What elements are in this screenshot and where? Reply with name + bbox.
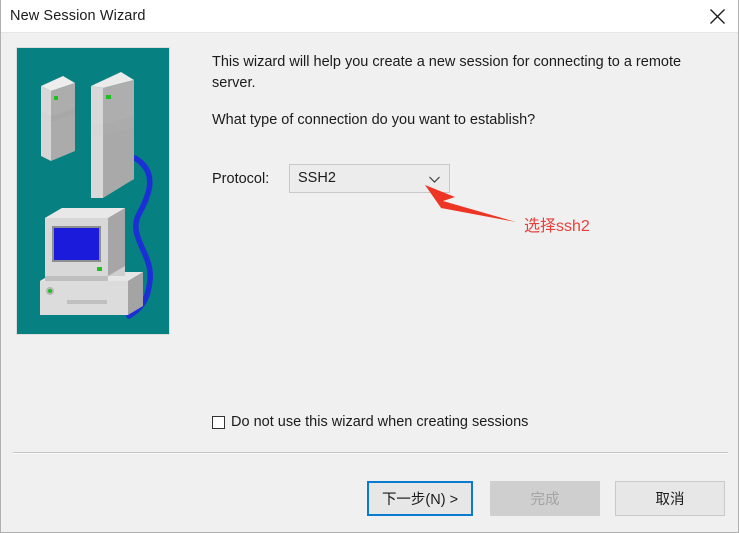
checkbox-box-icon [212, 415, 225, 429]
protocol-selected-value: SSH2 [298, 170, 336, 186]
question-text: What type of connection do you want to e… [212, 112, 536, 128]
close-icon [709, 8, 726, 25]
protocol-select[interactable]: SSH2 [289, 164, 450, 193]
cancel-button[interactable]: 取消 [615, 481, 725, 516]
checkbox-label: Do not use this wizard when creating ses… [231, 414, 529, 430]
wizard-illustration [16, 47, 170, 335]
protocol-label: Protocol: [212, 171, 270, 187]
close-button[interactable] [695, 0, 738, 32]
next-button[interactable]: 下一步(N) > [367, 481, 473, 516]
chevron-down-icon [428, 173, 441, 186]
intro-text: This wizard will help you create a new s… [212, 54, 682, 91]
finish-button: 完成 [490, 481, 600, 516]
footer-separator [13, 452, 728, 454]
title-bar: New Session Wizard [1, 0, 738, 33]
annotation-text: 选择ssh2 [524, 218, 590, 235]
do-not-use-wizard-checkbox[interactable]: Do not use this wizard when creating ses… [212, 414, 528, 430]
new-session-wizard-dialog: New Session Wizard This wizard will help… [0, 0, 739, 533]
window-title: New Session Wizard [10, 8, 146, 24]
network-servers-and-computer-icon [17, 48, 169, 334]
